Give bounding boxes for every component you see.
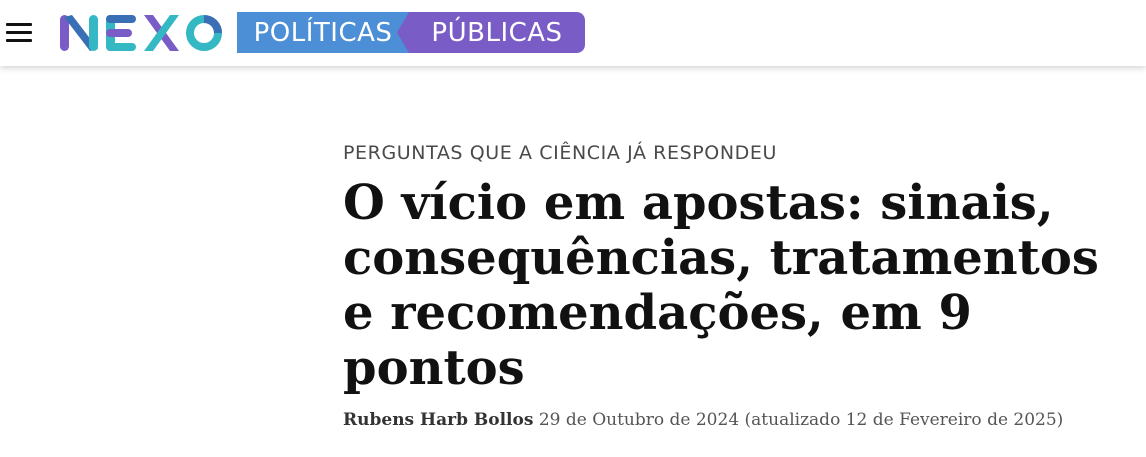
article-date: 29 de Outubro de 2024 (atualizado 12 de …	[538, 410, 1064, 430]
article-byline: Rubens Harb Bollos 29 de Outubro de 2024…	[343, 410, 1063, 430]
nexo-logo[interactable]	[58, 12, 228, 54]
section-badge-part1: POLÍTICAS	[237, 12, 409, 53]
article-kicker[interactable]: PERGUNTAS QUE A CIÊNCIA JÁ RESPONDEU	[343, 142, 777, 164]
site-header: POLÍTICAS PÚBLICAS	[0, 0, 1146, 66]
article-title: O vício em apostas: sinais, consequência…	[343, 175, 1099, 396]
hamburger-menu-icon[interactable]	[6, 21, 32, 45]
section-badge-politicas-publicas[interactable]: POLÍTICAS PÚBLICAS	[237, 12, 585, 53]
section-badge-part2: PÚBLICAS	[397, 12, 585, 53]
nexo-logo-mark	[60, 15, 222, 51]
author-link[interactable]: Rubens Harb Bollos	[343, 410, 533, 430]
